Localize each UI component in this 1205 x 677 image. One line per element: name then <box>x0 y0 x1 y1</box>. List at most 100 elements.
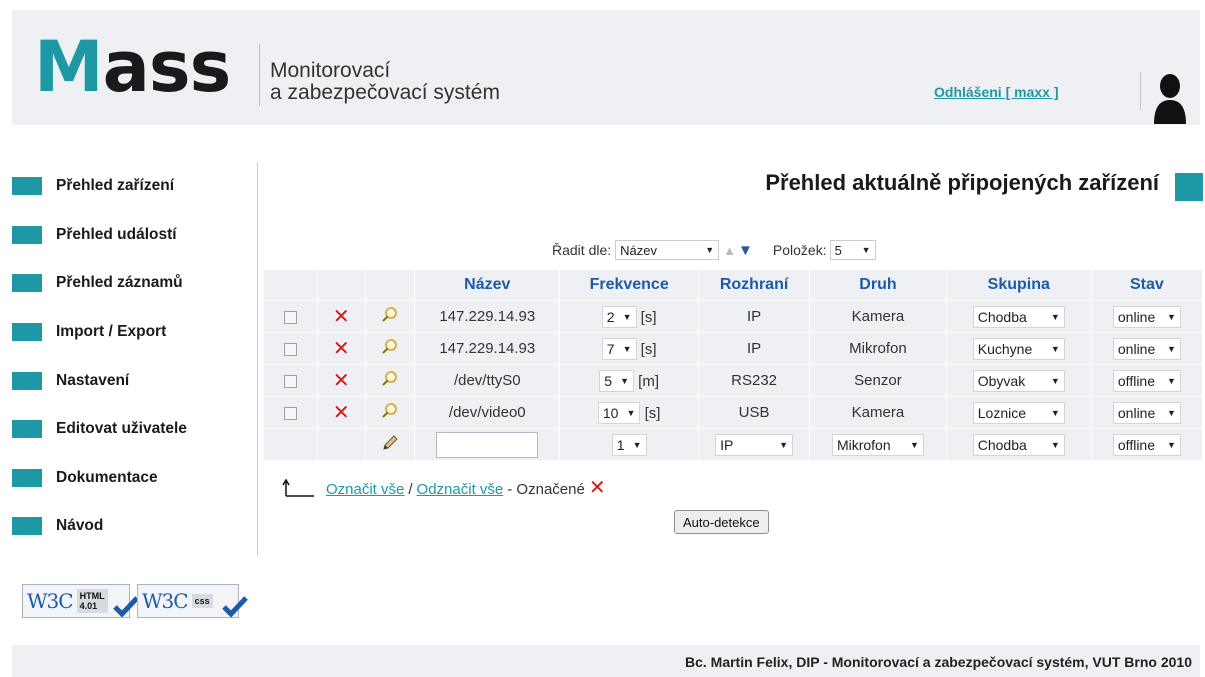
row-checkbox[interactable] <box>283 310 297 324</box>
device-kind: Mikrofon <box>810 333 946 364</box>
col-frequency[interactable]: Frekvence <box>560 270 698 300</box>
chevron-down-icon: ▼ <box>705 245 715 255</box>
chevron-down-icon: ▼ <box>626 407 636 418</box>
sidebar-item-import-export[interactable]: Import / Export <box>12 308 252 357</box>
col-kind[interactable]: Druh <box>810 270 946 300</box>
magnifier-icon[interactable] <box>381 402 399 420</box>
pencil-icon[interactable] <box>381 434 399 452</box>
page-title: Přehled aktuálně připojených zařízení <box>765 170 1159 195</box>
sort-ascending-icon[interactable]: ▲ <box>723 243 736 258</box>
frequency-select[interactable]: 5 ▼ <box>599 369 634 392</box>
chevron-down-icon: ▼ <box>1050 375 1060 386</box>
nav-bullet-icon <box>12 468 42 487</box>
chevron-down-icon: ▼ <box>1050 311 1060 322</box>
frequency-select[interactable]: 10 ▼ <box>597 401 641 424</box>
footer: Bc. Martin Felix, DIP - Monitorovací a z… <box>12 645 1200 677</box>
new-state-select[interactable]: offline ▼ <box>1112 433 1181 456</box>
user-icon[interactable] <box>1152 72 1188 124</box>
nav-bullet-icon <box>12 177 42 196</box>
frequency-select[interactable]: 2 ▼ <box>601 305 637 328</box>
corner-arrow-icon <box>282 478 314 497</box>
auto-detect-button[interactable]: Auto-detekce <box>674 510 769 534</box>
device-kind: Senzor <box>810 365 946 396</box>
device-interface: RS232 <box>699 365 810 396</box>
new-device-row: 1 ▼ IP ▼ Mikrofon ▼ Chodba ▼ offline ▼ <box>264 429 1202 460</box>
app-subtitle: Monitorovací a zabezpečovací systém <box>270 59 500 104</box>
sidebar-item-device-overview[interactable]: Přehled zařízení <box>12 162 252 211</box>
col-name[interactable]: Název <box>415 270 560 300</box>
sidebar-item-documentation[interactable]: Dokumentace <box>12 454 252 503</box>
logo-divider <box>259 44 260 106</box>
group-select[interactable]: Obyvak ▼ <box>972 369 1065 392</box>
group-select[interactable]: Loznice ▼ <box>972 401 1065 424</box>
w3c-html-badge[interactable]: W3C HTML 4.01 <box>22 584 139 618</box>
new-group-select[interactable]: Chodba ▼ <box>972 433 1065 456</box>
nav-bullet-icon <box>12 323 42 342</box>
sidebar-divider <box>257 162 258 556</box>
chevron-down-icon: ▼ <box>1050 407 1060 418</box>
chevron-down-icon: ▼ <box>1166 439 1176 450</box>
header: Mass Monitorovací a zabezpečovací systém… <box>12 10 1200 125</box>
nav-bullet-icon <box>12 517 42 536</box>
sort-select[interactable]: Název ▼ <box>615 240 720 260</box>
device-name: /dev/video0 <box>415 397 560 428</box>
badge-tag: css <box>191 594 213 608</box>
checkmark-icon <box>113 596 139 617</box>
magnifier-icon[interactable] <box>381 306 399 324</box>
title-accent-square <box>1175 173 1203 201</box>
table-header-row: Název Frekvence Rozhraní Druh Skupina St… <box>264 270 1202 300</box>
selection-actions: Označit vše / Odznačit vše - Označené ✕ <box>282 478 606 498</box>
sidebar-item-edit-users[interactable]: Editovat uživatele <box>12 405 252 454</box>
frequency-select[interactable]: 7 ▼ <box>601 337 637 360</box>
col-checkbox <box>264 270 317 300</box>
col-state[interactable]: Stav <box>1091 270 1202 300</box>
magnifier-icon[interactable] <box>381 338 399 356</box>
group-select[interactable]: Chodba ▼ <box>972 305 1065 328</box>
group-select[interactable]: Kuchyne ▼ <box>972 337 1065 360</box>
row-checkbox[interactable] <box>283 406 297 420</box>
user-divider <box>1140 72 1141 110</box>
col-group[interactable]: Skupina <box>946 270 1091 300</box>
row-checkbox[interactable] <box>283 374 297 388</box>
delete-marked-icon[interactable]: ✕ <box>589 478 606 498</box>
devices-table: Název Frekvence Rozhraní Druh Skupina St… <box>263 269 1203 461</box>
magnifier-icon[interactable] <box>381 370 399 388</box>
state-select[interactable]: offline ▼ <box>1112 369 1181 392</box>
device-name: 147.229.14.93 <box>415 301 560 332</box>
device-interface: USB <box>699 397 810 428</box>
device-kind: Kamera <box>810 397 946 428</box>
sort-descending-icon[interactable]: ▼ <box>738 242 753 259</box>
items-per-page-select[interactable]: 5 ▼ <box>829 240 876 260</box>
mass-logo[interactable]: Mass <box>34 32 231 102</box>
device-name: /dev/ttyS0 <box>415 365 560 396</box>
chevron-down-icon: ▼ <box>861 245 871 255</box>
row-checkbox[interactable] <box>283 342 297 356</box>
delete-icon[interactable]: ✕ <box>333 306 350 328</box>
sidebar-item-event-overview[interactable]: Přehled událostí <box>12 211 252 260</box>
sidebar-item-record-overview[interactable]: Přehled záznamů <box>12 259 252 308</box>
device-name: 147.229.14.93 <box>415 333 560 364</box>
select-all-link[interactable]: Označit vše <box>326 481 404 498</box>
logout-link[interactable]: Odhlášeni [ maxx ] <box>934 84 1058 100</box>
col-interface[interactable]: Rozhraní <box>699 270 810 300</box>
delete-icon[interactable]: ✕ <box>333 402 350 424</box>
frequency-unit: [s] <box>640 340 657 358</box>
deselect-all-link[interactable]: Odznačit vše <box>417 481 504 498</box>
frequency-unit: [s] <box>640 308 657 326</box>
state-select[interactable]: online ▼ <box>1112 305 1181 328</box>
delete-icon[interactable]: ✕ <box>333 338 350 360</box>
chevron-down-icon: ▼ <box>620 375 629 386</box>
new-kind-select[interactable]: Mikrofon ▼ <box>831 433 924 456</box>
sidebar-item-guide[interactable]: Návod <box>12 502 252 551</box>
w3c-css-badge[interactable]: W3C css <box>137 584 248 618</box>
chevron-down-icon: ▼ <box>1050 439 1060 450</box>
sidebar-item-settings[interactable]: Nastavení <box>12 356 252 405</box>
delete-icon[interactable]: ✕ <box>333 370 350 392</box>
nav-bullet-icon <box>12 371 42 390</box>
state-select[interactable]: online ▼ <box>1112 401 1181 424</box>
new-device-name-input[interactable] <box>436 431 539 458</box>
state-select[interactable]: online ▼ <box>1112 337 1181 360</box>
chevron-down-icon: ▼ <box>1166 407 1176 418</box>
new-interface-select[interactable]: IP ▼ <box>715 433 794 456</box>
new-frequency-select[interactable]: 1 ▼ <box>611 433 647 456</box>
